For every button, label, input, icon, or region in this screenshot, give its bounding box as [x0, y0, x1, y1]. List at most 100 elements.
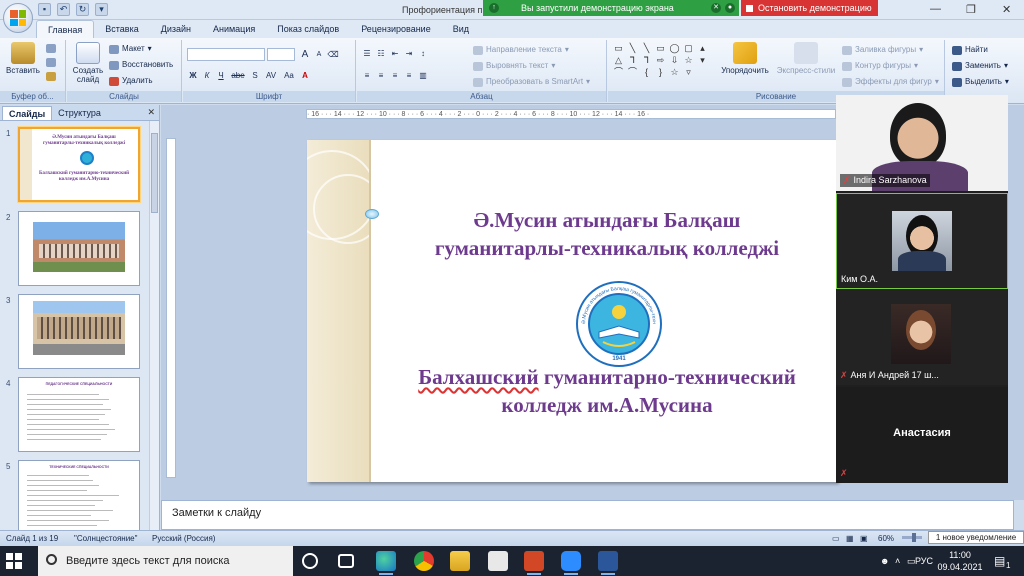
- shape-line-icon[interactable]: ╲: [627, 43, 638, 53]
- scrollbar-thumb[interactable]: [151, 133, 158, 213]
- shape-scroll-icon[interactable]: ▾: [697, 55, 708, 65]
- slides-panel-scrollbar[interactable]: [149, 121, 159, 530]
- powerpoint-icon[interactable]: [524, 551, 544, 575]
- paste-button[interactable]: Вставить: [4, 42, 42, 75]
- shape-arrow-right-icon[interactable]: ⇨: [655, 55, 666, 65]
- close-icon[interactable]: ✕: [1002, 3, 1011, 16]
- numbering-icon[interactable]: ☷: [375, 48, 387, 60]
- zoom-level[interactable]: 60%: [878, 531, 894, 546]
- find-button[interactable]: Найти: [952, 45, 988, 55]
- input-language[interactable]: РУС: [915, 546, 933, 576]
- tab-animation[interactable]: Анимация: [202, 20, 266, 38]
- slide-thumbnail-4[interactable]: 4 ПЕДАГОГИЧЕСКИЕ СПЕЦИАЛЬНОСТИ: [0, 377, 148, 453]
- slide-title[interactable]: Ә.Мусин атындағы Балқаш гуманитарлы-техн…: [377, 206, 837, 262]
- tab-slideshow[interactable]: Показ слайдов: [266, 20, 350, 38]
- columns-icon[interactable]: ▥: [417, 70, 429, 82]
- tab-insert[interactable]: Вставка: [94, 20, 149, 38]
- strikethrough-button[interactable]: abe: [229, 70, 247, 82]
- smartart-button[interactable]: Преобразовать в SmartArt ▾: [473, 77, 590, 87]
- slide-thumbnail-1[interactable]: 1 Ә.Мусин атындағы Балқаш гуманитарлы-те…: [0, 127, 148, 203]
- redo-icon[interactable]: ↻: [76, 3, 89, 16]
- tab-outline-panel[interactable]: Структура: [52, 106, 107, 120]
- office-button[interactable]: [3, 3, 33, 33]
- tab-slides-panel[interactable]: Слайды: [2, 106, 53, 120]
- copy-button[interactable]: [46, 58, 56, 67]
- taskbar-search-box[interactable]: Введите здесь текст для поиска: [38, 546, 293, 576]
- shape-star5-icon[interactable]: ☆: [669, 67, 680, 77]
- line-spacing-icon[interactable]: ↕: [417, 48, 429, 60]
- taskbar-clock[interactable]: 11:00 09.04.2021: [936, 549, 984, 573]
- shape-rect-icon[interactable]: ▭: [655, 43, 666, 53]
- tab-home[interactable]: Главная: [36, 20, 95, 38]
- shapes-gallery[interactable]: ▭ ╲ ╲ ▭ ◯ ▢ ▴ △ ⅂ ⅂ ⇨ ⇩ ☆ ▾ ⌒ ⌒{} ☆ ▿: [613, 43, 705, 77]
- align-right-icon[interactable]: ≡: [389, 70, 401, 82]
- quick-styles-button[interactable]: Экспресс-стили: [774, 42, 838, 75]
- chrome-icon[interactable]: [414, 551, 434, 571]
- shape-bracket-icon[interactable]: {: [641, 67, 652, 77]
- explorer-icon[interactable]: [450, 551, 470, 571]
- undo-icon[interactable]: ↶: [57, 3, 70, 16]
- maximize-icon[interactable]: ❐: [966, 3, 976, 16]
- edge-icon[interactable]: [376, 551, 396, 575]
- zoom-app-icon[interactable]: [561, 551, 581, 575]
- increase-indent-icon[interactable]: ⇥: [403, 48, 415, 60]
- shape-arrow-down-icon[interactable]: ⇩: [669, 55, 680, 65]
- shape-connector-icon[interactable]: ⅂: [627, 55, 638, 65]
- spacing-button[interactable]: AV: [263, 70, 279, 82]
- store-icon[interactable]: [488, 551, 508, 571]
- new-slide-button[interactable]: Создать слайд: [70, 42, 106, 84]
- shrink-font-button[interactable]: A: [313, 49, 325, 61]
- notes-pane[interactable]: Заметки к слайду: [161, 500, 1014, 530]
- tray-people-icon[interactable]: ☻: [880, 546, 889, 576]
- slide-thumbnail-2[interactable]: 2: [0, 211, 148, 287]
- shadow-button[interactable]: S: [249, 70, 261, 82]
- shape-fill-button[interactable]: Заливка фигуры ▾: [842, 45, 923, 55]
- mic-off-icon[interactable]: ✕: [711, 3, 721, 13]
- shape-star-icon[interactable]: ☆: [683, 55, 694, 65]
- shape-outline-button[interactable]: Контур фигуры ▾: [842, 61, 918, 71]
- clear-format-icon[interactable]: ⌫: [327, 49, 339, 61]
- italic-button[interactable]: К: [201, 70, 213, 82]
- save-icon[interactable]: ▪: [38, 3, 51, 16]
- word-icon[interactable]: [598, 551, 618, 575]
- start-windows-icon[interactable]: [6, 553, 22, 569]
- cortana-icon[interactable]: [302, 553, 318, 569]
- shape-line2-icon[interactable]: ╲: [641, 43, 652, 53]
- underline-button[interactable]: Ч: [215, 70, 227, 82]
- arrange-button[interactable]: Упорядочить: [716, 42, 774, 75]
- language-indicator[interactable]: Русский (Россия): [152, 531, 215, 546]
- tray-chevron-icon[interactable]: ˄: [895, 546, 900, 576]
- participant-tile[interactable]: ✗ Indira Sarzhanova: [836, 95, 1008, 191]
- shape-more-icon[interactable]: ▴: [697, 43, 708, 53]
- slideshow-view-icon[interactable]: ▣: [860, 531, 868, 546]
- justify-icon[interactable]: ≡: [403, 70, 415, 82]
- notification-toast[interactable]: 1 новое уведомление: [928, 531, 1024, 544]
- slide-canvas[interactable]: Ә.Мусин атындағы Балқаш гуманитарлы-техн…: [307, 140, 837, 482]
- case-button[interactable]: Aa: [281, 70, 297, 82]
- zoom-slider-knob[interactable]: [912, 533, 916, 542]
- stop-sharing-button[interactable]: Остановить демонстрацию: [741, 0, 878, 16]
- tab-design[interactable]: Дизайн: [150, 20, 202, 38]
- shape-arc-icon[interactable]: ⌒: [627, 67, 638, 77]
- shape-rounded-icon[interactable]: ▢: [683, 43, 694, 53]
- panel-close-icon[interactable]: ✕: [147, 107, 155, 118]
- normal-view-icon[interactable]: ▭: [832, 531, 840, 546]
- align-text-button[interactable]: Выровнять текст ▾: [473, 61, 555, 71]
- shape-bracket2-icon[interactable]: }: [655, 67, 666, 77]
- customize-qat-icon[interactable]: ▾: [95, 3, 108, 16]
- tab-view[interactable]: Вид: [442, 20, 480, 38]
- bold-button[interactable]: Ж: [187, 70, 199, 82]
- slide-subtitle[interactable]: Балхашский гуманитарно-технический колле…: [377, 363, 837, 419]
- reset-slide-button[interactable]: Восстановить: [109, 60, 173, 70]
- participant-tile[interactable]: Ким О.А.: [836, 193, 1008, 289]
- tab-review[interactable]: Рецензирование: [350, 20, 442, 38]
- align-center-icon[interactable]: ≡: [375, 70, 387, 82]
- grow-font-button[interactable]: A: [299, 49, 311, 61]
- shape-oval-icon[interactable]: ◯: [669, 43, 680, 53]
- layout-button[interactable]: Макет ▾: [109, 44, 152, 54]
- shape-textbox-icon[interactable]: ▭: [613, 43, 624, 53]
- align-left-icon[interactable]: ≡: [361, 70, 373, 82]
- slide-thumbnail-5[interactable]: 5 ТЕХНИЧЕСКИЕ СПЕЦИАЛЬНОСТИ: [0, 460, 148, 536]
- font-name-combo[interactable]: [187, 48, 265, 61]
- participant-tile[interactable]: Анастасия ✗: [836, 387, 1008, 483]
